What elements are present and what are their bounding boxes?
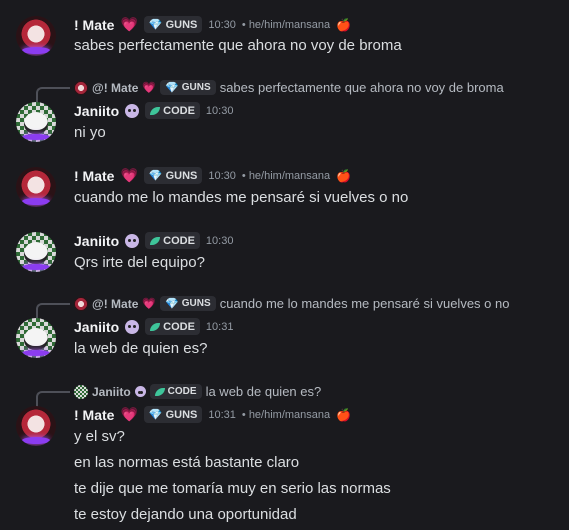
leaf-icon: [154, 387, 165, 396]
avatar[interactable]: [16, 167, 56, 207]
avatar: [74, 80, 88, 95]
timestamp[interactable]: 10:31: [208, 409, 236, 421]
reply-text: cuando me lo mandes me pensaré si vuelve…: [219, 296, 510, 311]
avatar[interactable]: [16, 232, 56, 272]
username[interactable]: Janiito: [74, 319, 119, 335]
guild-tag[interactable]: 💎 GUNS: [143, 406, 203, 423]
tag-label: CODE: [167, 386, 197, 397]
panda-icon: [125, 233, 140, 248]
message-text: ni yo: [74, 124, 106, 141]
username[interactable]: ! Mate: [74, 407, 114, 423]
message-header: Janiito CODE 10:31: [74, 318, 233, 335]
reply-text: la web de quien es?: [205, 384, 322, 399]
reply-connector: [36, 391, 70, 407]
leaf-icon: [150, 236, 161, 245]
avatar[interactable]: [16, 16, 56, 56]
avatar[interactable]: [16, 406, 56, 446]
panda-icon: [125, 319, 140, 334]
gem-icon: 💎: [148, 19, 163, 31]
reply-preview[interactable]: Janiito CODE la web de quien es?: [74, 384, 321, 399]
message-text: cuando me lo mandes me pensaré si vuelve…: [74, 189, 409, 206]
avatar[interactable]: [16, 102, 56, 142]
heart-icon: 💗: [120, 406, 138, 422]
message-text: te estoy dejando una oportunidad: [74, 506, 297, 523]
guild-tag[interactable]: CODE: [145, 232, 200, 249]
tag-label: GUNS: [181, 298, 211, 309]
timestamp[interactable]: 10:31: [206, 321, 234, 333]
message-text: te dije que me tomaría muy en serio las …: [74, 480, 391, 497]
timestamp[interactable]: 10:30: [208, 170, 236, 182]
username[interactable]: ! Mate: [74, 17, 114, 33]
guild-tag[interactable]: 💎 GUNS: [143, 167, 203, 184]
username[interactable]: Janiito: [74, 103, 119, 119]
guild-tag[interactable]: 💎 GUNS: [143, 16, 203, 33]
heart-icon: 💗: [120, 16, 138, 32]
pronouns: • he/him/mansana: [241, 18, 331, 31]
pronouns: • he/him/mansana: [241, 408, 331, 421]
message-text: Qrs irte del equipo?: [74, 254, 205, 271]
avatar: [74, 296, 88, 311]
gem-icon: 💎: [165, 82, 179, 94]
gem-icon: 💎: [148, 409, 163, 421]
message-text: y el sv?: [74, 428, 125, 445]
message-header: Janiito CODE 10:30: [74, 232, 233, 249]
tag-label: GUNS: [165, 169, 198, 182]
leaf-icon: [150, 106, 161, 115]
reply-text: sabes perfectamente que ahora no voy de …: [219, 80, 504, 95]
reply-username: @! Mate: [92, 80, 139, 95]
avatar: [74, 384, 88, 399]
tag-label: CODE: [163, 104, 195, 117]
gem-icon: 💎: [148, 170, 163, 182]
timestamp[interactable]: 10:30: [206, 235, 234, 247]
message-text: en las normas está bastante claro: [74, 454, 300, 471]
panda-icon: [125, 103, 140, 118]
heart-icon: 💗: [120, 167, 138, 183]
apple-icon: 🍎: [336, 407, 352, 422]
guild-tag: 💎 GUNS: [160, 80, 216, 95]
avatar[interactable]: [16, 318, 56, 358]
tag-label: GUNS: [165, 18, 198, 31]
reply-preview[interactable]: @! Mate 💗 💎 GUNS sabes perfectamente que …: [74, 80, 504, 95]
tag-label: CODE: [163, 320, 195, 333]
timestamp[interactable]: 10:30: [206, 105, 234, 117]
message-header: ! Mate 💗 💎 GUNS 10:30 • he/him/mansana 🍎: [74, 167, 351, 184]
guild-tag[interactable]: CODE: [145, 102, 200, 119]
guild-tag: 💎 GUNS: [160, 296, 216, 311]
timestamp[interactable]: 10:30: [208, 19, 236, 31]
message-header: ! Mate 💗 💎 GUNS 10:30 • he/him/mansana 🍎: [74, 16, 351, 33]
username[interactable]: ! Mate: [74, 168, 114, 184]
guild-tag[interactable]: CODE: [145, 318, 200, 335]
message-header: ! Mate 💗 💎 GUNS 10:31 • he/him/mansana 🍎: [74, 406, 351, 423]
panda-icon: [134, 386, 146, 397]
message-text: sabes perfectamente que ahora no voy de …: [74, 37, 402, 54]
reply-preview[interactable]: @! Mate 💗 💎 GUNS cuando me lo mandes me p…: [74, 296, 509, 311]
heart-icon: 💗: [142, 82, 157, 94]
leaf-icon: [150, 322, 161, 331]
heart-icon: 💗: [142, 298, 157, 310]
reply-username: Janiito: [92, 384, 131, 399]
reply-username: @! Mate: [92, 296, 139, 311]
apple-icon: 🍎: [336, 17, 352, 32]
tag-label: GUNS: [181, 82, 211, 93]
tag-label: GUNS: [165, 408, 198, 421]
username[interactable]: Janiito: [74, 233, 119, 249]
reply-connector: [36, 303, 70, 319]
apple-icon: 🍎: [336, 168, 352, 183]
guild-tag: CODE: [149, 384, 202, 399]
pronouns: • he/him/mansana: [241, 169, 331, 182]
message-header: Janiito CODE 10:30: [74, 102, 233, 119]
gem-icon: 💎: [165, 298, 179, 310]
reply-connector: [36, 87, 70, 103]
tag-label: CODE: [163, 234, 195, 247]
message-text: la web de quien es?: [74, 340, 208, 357]
